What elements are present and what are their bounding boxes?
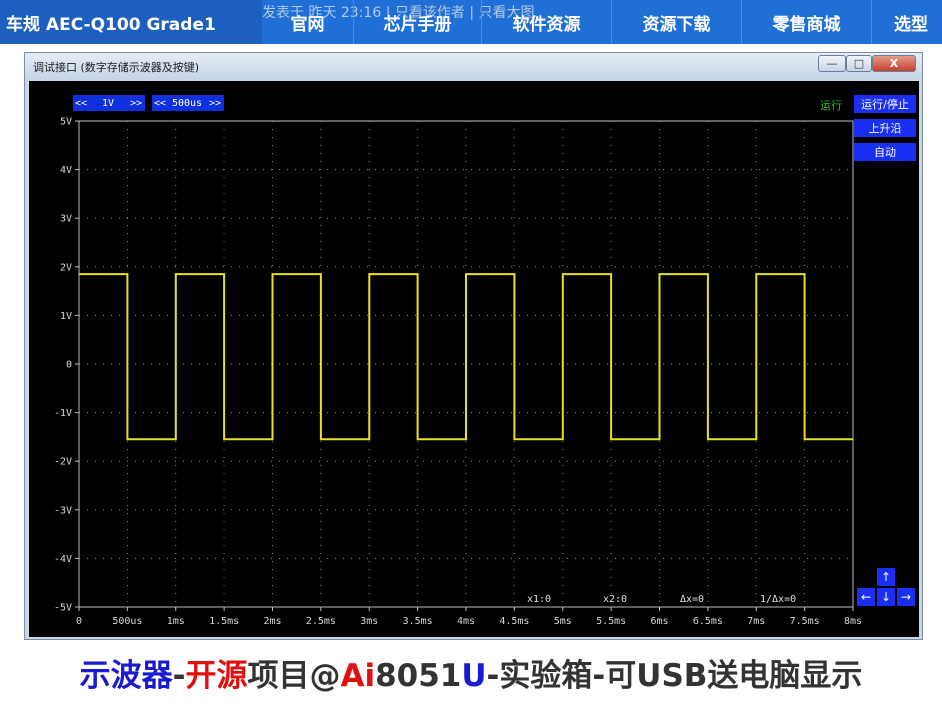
run-stop-button[interactable]: 运行/停止 (854, 95, 916, 113)
x-tick-label: 4.5ms (499, 616, 529, 627)
time-next-button[interactable]: >> (206, 95, 224, 111)
nav-item-official[interactable]: 官网 (262, 0, 354, 44)
time-value: 500us (168, 95, 206, 111)
y-tick-label: -4V (54, 554, 72, 565)
x-tick-label: 2ms (263, 616, 281, 627)
x-tick-label: 1ms (167, 616, 185, 627)
time-prev-button[interactable]: << (152, 95, 168, 111)
y-tick-label: -1V (54, 408, 72, 419)
nav-item-software[interactable]: 软件资源 (482, 0, 612, 44)
x-tick-label: 8ms (844, 616, 862, 627)
arrow-left-icon[interactable]: ← (857, 588, 875, 606)
close-button[interactable]: X (872, 55, 916, 72)
cursor-readout-x2: x2:0 (603, 594, 627, 605)
y-tick-label: 3V (60, 214, 72, 225)
volt-prev-button[interactable]: << (73, 95, 89, 111)
caption-part-project: 项目@ (247, 658, 341, 694)
x-tick-label: 4ms (457, 616, 475, 627)
run-status: 运行 (820, 99, 842, 112)
auto-button[interactable]: 自动 (854, 143, 916, 161)
arrow-down-icon[interactable]: ↓ (877, 588, 895, 606)
signal-trace (79, 273, 853, 441)
cursor-readout-x1: x1:0 (527, 594, 551, 605)
scope-screen: 5V 4V 3V 2V 1V 0 -1V -2V -3V -4V -5V 0 500us 1ms 1.5ms… (29, 81, 919, 637)
caption-part-u: U (461, 658, 487, 694)
volt-value: 1V (89, 95, 127, 111)
caption-part-ai: Ai (340, 658, 376, 694)
arrow-right-icon[interactable]: → (897, 588, 915, 606)
x-tick-label: 5.5ms (596, 616, 626, 627)
top-nav: 车规 AEC-Q100 Grade1 发表于 昨天 23:16 | 只看该作者 … (0, 0, 942, 44)
y-tick-label: 2V (60, 262, 72, 273)
caption-part-opensource: 开源 (185, 658, 248, 694)
y-tick-label: 4V (60, 165, 72, 176)
nav-item-datasheet[interactable]: 芯片手册 (354, 0, 482, 44)
nav-item-selection[interactable]: 选型 (872, 0, 942, 44)
x-tick-label: 6.5ms (693, 616, 723, 627)
y-tick-label: 5V (60, 117, 72, 128)
y-tick-label: -2V (54, 457, 72, 468)
window-title: 调试接口 (数字存储示波器及按键) (33, 61, 200, 74)
nav-item-store[interactable]: 零售商城 (742, 0, 872, 44)
y-tick-label: -3V (54, 505, 72, 516)
cursor-readout-dx: Δx=0 (680, 594, 704, 605)
x-tick-label: 2.5ms (306, 616, 336, 627)
minimize-button[interactable]: — (818, 55, 846, 72)
cursor-readout-inv_dx: 1/Δx=0 (760, 594, 796, 605)
x-tick-label: 6ms (650, 616, 668, 627)
window-titlebar[interactable]: 调试接口 (数字存储示波器及按键) — □ X (25, 53, 922, 79)
y-tick-label: 1V (60, 311, 72, 322)
nav-item-downloads[interactable]: 资源下载 (612, 0, 742, 44)
x-tick-label: 0 (76, 616, 82, 627)
x-tick-label: 3.5ms (403, 616, 433, 627)
oscilloscope-window: 调试接口 (数字存储示波器及按键) — □ X 5V 4V 3V 2V 1V 0 -1V -2… (24, 52, 923, 640)
y-tick-label: 0 (66, 360, 72, 371)
x-tick-label: 1.5ms (209, 616, 239, 627)
x-tick-label: 5ms (554, 616, 572, 627)
caption-part-8051: 8051 (375, 658, 462, 694)
caption-headline: 示波器-开源项目@Ai8051U-实验箱-可USB送电脑显示 (0, 650, 942, 695)
trigger-edge-button[interactable]: 上升沿 (854, 119, 916, 137)
x-tick-label: 3ms (360, 616, 378, 627)
maximize-button[interactable]: □ (846, 55, 872, 72)
x-tick-label: 7ms (747, 616, 765, 627)
scope-plot: 5V 4V 3V 2V 1V 0 -1V -2V -3V -4V -5V 0 500us 1ms 1.5ms… (54, 117, 862, 628)
caption-part-oscilloscope: 示波器 (79, 658, 173, 694)
y-tick-label: -5V (54, 603, 72, 614)
caption-part-rest: -实验箱-可USB送电脑显示 (486, 658, 863, 694)
x-tick-label: 500us (112, 616, 142, 627)
arrow-up-icon[interactable]: ↑ (877, 568, 895, 586)
x-tick-label: 7.5ms (790, 616, 820, 627)
brand-title[interactable]: 车规 AEC-Q100 Grade1 (0, 0, 262, 44)
volt-next-button[interactable]: >> (127, 95, 145, 111)
caption-part-dash: - (172, 658, 186, 694)
